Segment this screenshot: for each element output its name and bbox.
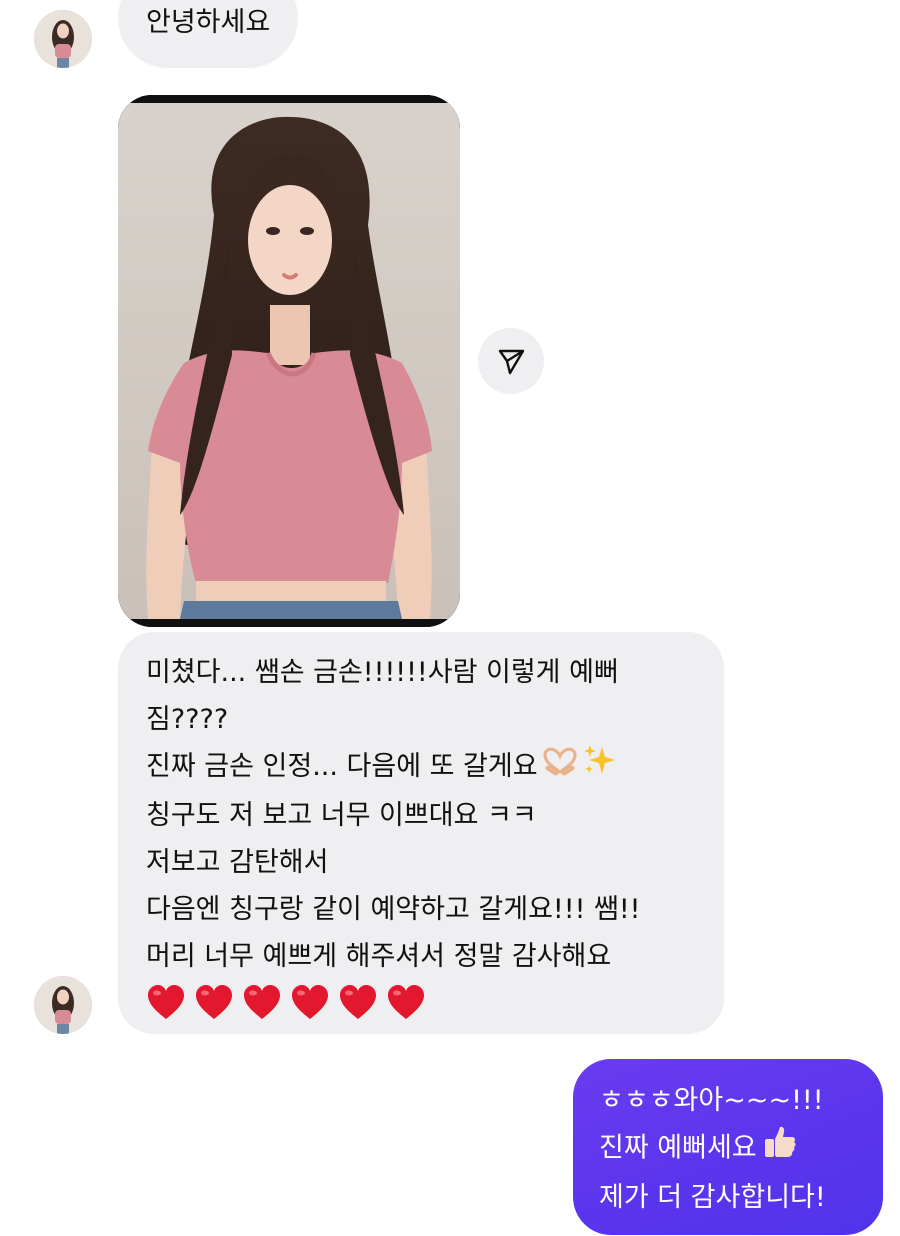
message-line: 짐???? (146, 704, 229, 735)
avatar-image (34, 10, 92, 68)
message-line: 미쳤다... 쌤손 금손!!!!!!사람 이렇게 예뻐 (146, 657, 619, 688)
message-line: 다음엔 칭구랑 같이 예약하고 갈게요!!! 쌤!! (146, 894, 641, 925)
red-heart-emoji (242, 984, 282, 1037)
paper-plane-icon (498, 349, 525, 375)
avatar-image (34, 976, 92, 1034)
message-line: 제가 더 감사합니다! (599, 1182, 826, 1213)
portrait-photo (118, 95, 460, 627)
outgoing-message[interactable]: ㅎㅎㅎ와아~~~!!! 진짜 예뻐세요 제가 더 감사합니다! (573, 1059, 883, 1235)
sender-avatar-bottom[interactable] (34, 976, 92, 1034)
incoming-photo-message[interactable] (118, 95, 460, 627)
hearts-row (146, 984, 698, 1037)
message-line: ㅎㅎㅎ와아~~~!!! (599, 1085, 824, 1116)
message-line-with-emoji: 진짜 금손 인정... 다음에 또 갈게요 (146, 743, 698, 792)
message-line: 머리 너무 예쁘게 해주셔서 정말 감사해요 (146, 941, 612, 972)
sender-avatar[interactable] (34, 10, 92, 68)
incoming-message-review[interactable]: 미쳤다... 쌤손 금손!!!!!!사람 이렇게 예뻐 짐???? 진짜 금손 … (118, 632, 724, 1034)
message-line-text: 진짜 금손 인정... 다음에 또 갈게요 (146, 751, 538, 782)
red-heart-emoji (146, 984, 186, 1037)
thumbs-up-emoji (761, 1123, 799, 1175)
message-text: 안녕하세요 (146, 7, 271, 38)
message-line-text: 진짜 예뻐세요 (599, 1132, 757, 1164)
red-heart-emoji (338, 984, 378, 1037)
message-line: 칭구도 저 보고 너무 이쁘대요 ㅋㅋ (146, 800, 537, 831)
red-heart-emoji (194, 984, 234, 1037)
incoming-message-greeting[interactable]: 안녕하세요 (118, 0, 299, 68)
sparkles-emoji (582, 743, 618, 792)
message-line: 저보고 감탄해서 (146, 847, 329, 878)
red-heart-emoji (290, 984, 330, 1037)
red-heart-emoji (386, 984, 426, 1037)
message-line-with-emoji: 진짜 예뻐세요 (599, 1123, 863, 1175)
heart-hands-emoji (542, 744, 578, 791)
share-button[interactable] (478, 328, 544, 394)
